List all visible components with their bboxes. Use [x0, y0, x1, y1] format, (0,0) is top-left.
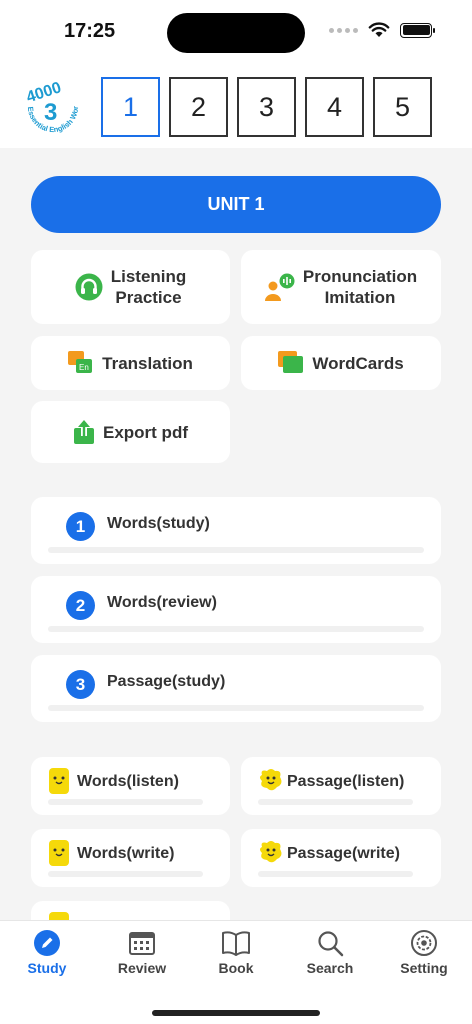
step-number-badge: 1	[66, 512, 95, 541]
unit-tab-5[interactable]: 5	[373, 77, 432, 137]
tab-label: Study	[27, 960, 67, 976]
practice-label: Words(write)	[77, 845, 175, 862]
progress-bar	[48, 626, 424, 632]
progress-bar	[48, 799, 203, 805]
study-item-label: Words(study)	[107, 515, 210, 532]
search-icon	[318, 931, 344, 957]
progress-bar	[258, 871, 413, 877]
cellular-signal-icon	[329, 27, 358, 33]
unit-tab-2[interactable]: 2	[169, 77, 228, 137]
study-item-words-study[interactable]: 1 Words(study)	[31, 497, 441, 564]
status-bar: 17:25	[0, 0, 472, 64]
tab-label: Setting	[400, 960, 448, 976]
headphones-icon	[75, 273, 103, 301]
cute-card-icon	[49, 768, 69, 794]
progress-bar	[48, 871, 203, 877]
practice-card-partial[interactable]	[31, 901, 230, 920]
main-content: UNIT 1 Listening Practice Pronunciation	[0, 148, 472, 920]
dynamic-island	[167, 13, 305, 53]
progress-bar	[48, 705, 424, 711]
unit-tab-4[interactable]: 4	[305, 77, 364, 137]
listening-practice-card[interactable]: Listening Practice	[31, 250, 230, 324]
battery-icon	[400, 22, 435, 38]
practice-label: Passage(listen)	[287, 773, 405, 790]
tab-search[interactable]: Search	[290, 929, 370, 976]
practice-words-write[interactable]: Words(write)	[31, 829, 230, 887]
pronunciation-imitation-card[interactable]: Pronunciation Imitation	[241, 250, 441, 324]
wordcards-icon	[278, 351, 304, 375]
tab-setting[interactable]: Setting	[384, 929, 464, 976]
speaking-person-icon	[264, 273, 295, 301]
translation-icon: En	[68, 351, 94, 375]
practice-words-listen[interactable]: Words(listen)	[31, 757, 230, 815]
unit-title-button[interactable]: UNIT 1	[31, 176, 441, 233]
unit-tab-3[interactable]: 3	[237, 77, 296, 137]
header: 4000 3 Essential English Words 1 2 3 4 5	[0, 64, 472, 148]
tab-label: Book	[218, 960, 254, 976]
tab-review[interactable]: Review	[102, 929, 182, 976]
tab-book[interactable]: Book	[196, 929, 276, 976]
translation-badge-text: En	[79, 363, 89, 372]
export-icon	[73, 419, 95, 445]
cute-blob-icon	[260, 769, 282, 791]
export-pdf-card[interactable]: Export pdf	[31, 401, 230, 463]
step-number-badge: 2	[66, 591, 95, 620]
wifi-icon	[368, 22, 390, 37]
translation-card[interactable]: En Translation	[31, 336, 230, 390]
book-icon	[222, 931, 250, 956]
practice-passage-listen[interactable]: Passage(listen)	[241, 757, 441, 815]
listening-practice-label: Listening Practice	[110, 267, 187, 307]
export-pdf-label: Export pdf	[103, 422, 188, 442]
study-item-label: Passage(study)	[107, 673, 226, 690]
calendar-icon	[129, 932, 155, 955]
translation-label: Translation	[102, 353, 193, 373]
logo-volume: 3	[44, 99, 57, 126]
practice-passage-write[interactable]: Passage(write)	[241, 829, 441, 887]
tab-label: Review	[117, 960, 167, 976]
gear-icon	[411, 930, 437, 956]
wordcards-card[interactable]: WordCards	[241, 336, 441, 390]
progress-bar	[48, 547, 424, 553]
wordcards-label: WordCards	[312, 353, 404, 373]
tab-label: Search	[306, 960, 354, 976]
progress-bar	[258, 799, 413, 805]
practice-label: Words(listen)	[77, 773, 179, 790]
cute-card-icon	[49, 912, 69, 920]
study-item-passage-study[interactable]: 3 Passage(study)	[31, 655, 441, 722]
home-indicator[interactable]	[152, 1010, 320, 1016]
status-time: 17:25	[64, 20, 116, 42]
app-logo: 4000 3 Essential English Words	[18, 72, 80, 134]
status-icons	[329, 22, 435, 38]
practice-label: Passage(write)	[287, 845, 400, 862]
cute-card-icon	[49, 840, 69, 866]
step-number-badge: 3	[66, 670, 95, 699]
pencil-icon	[34, 930, 60, 956]
study-item-words-review[interactable]: 2 Words(review)	[31, 576, 441, 643]
study-item-label: Words(review)	[107, 594, 217, 611]
unit-tab-1[interactable]: 1	[101, 77, 160, 137]
tab-bar: Study Review Book Search Setting	[0, 920, 472, 1024]
pronunciation-imitation-label: Pronunciation Imitation	[302, 267, 418, 307]
unit-tabs: 1 2 3 4 5	[101, 77, 432, 137]
tab-study[interactable]: Study	[7, 929, 87, 976]
cute-blob-icon	[260, 841, 282, 863]
